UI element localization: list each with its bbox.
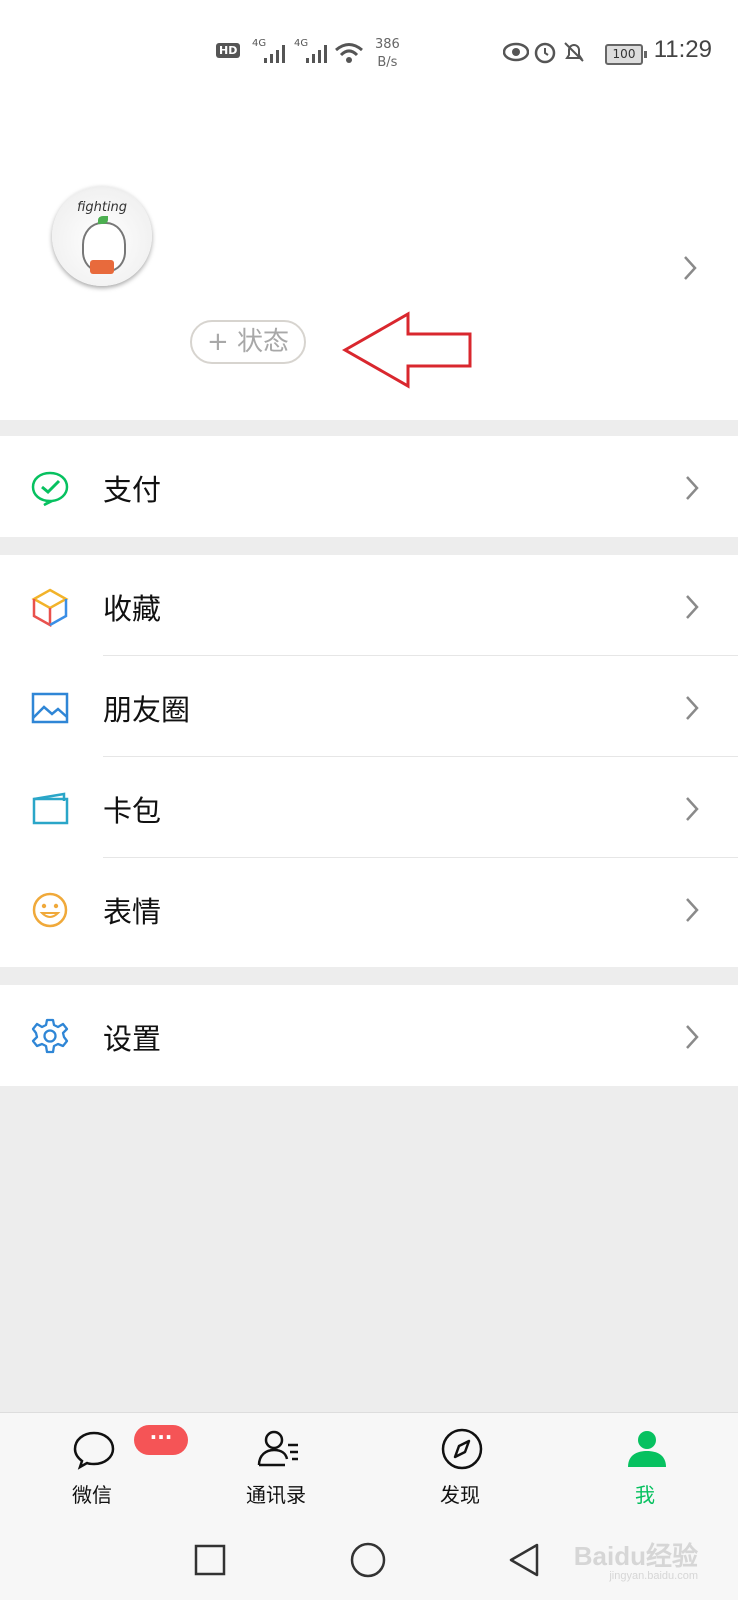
network-speed-value: 386 — [375, 37, 400, 52]
tab-label-me: 我 — [635, 1483, 655, 1507]
system-nav-bar: Baidu经验 jingyan.baidu.com — [0, 1522, 738, 1600]
profile-header[interactable]: fighting + 状态 — [0, 104, 738, 420]
tab-contacts[interactable]: 通讯录 — [216, 1413, 336, 1523]
back-triangle-icon[interactable] — [505, 1540, 545, 1580]
bottom-tab-bar: ··· 微信 通讯录 发现 我 — [0, 1412, 738, 1523]
wifi-icon — [335, 43, 363, 63]
menu-item-stickers[interactable]: 表情 — [0, 858, 738, 959]
menu-group-main: 收藏 朋友圈 卡包 表情 — [0, 555, 738, 967]
menu-label-stickers: 表情 — [103, 895, 162, 929]
eye-icon — [503, 42, 529, 62]
menu-item-pay[interactable]: 支付 — [0, 436, 738, 537]
menu-group-settings: 设置 — [0, 985, 738, 1086]
cell-signal-icon-2 — [306, 45, 327, 63]
battery-icon: 100 — [605, 44, 647, 65]
alarm-icon — [534, 42, 556, 64]
pay-icon — [31, 471, 69, 507]
network-speed: 386 B/s — [375, 36, 400, 72]
chevron-right-icon — [686, 595, 699, 619]
tab-chats[interactable]: ··· 微信 — [32, 1413, 188, 1523]
baidu-watermark: Baidu经验 — [573, 1541, 698, 1571]
menu-label-favorites: 收藏 — [103, 592, 162, 626]
menu-label-settings: 设置 — [103, 1022, 162, 1056]
avatar-shirt — [90, 260, 114, 274]
chat-bubble-icon — [73, 1431, 115, 1470]
home-circle-icon[interactable] — [348, 1540, 388, 1580]
profile-chevron-right-icon — [684, 256, 697, 280]
tab-label-discover: 发现 — [440, 1483, 480, 1507]
tab-label-contacts: 通讯录 — [246, 1483, 306, 1507]
menu-label-moments: 朋友圈 — [103, 693, 191, 727]
avatar-caption: fighting — [76, 200, 128, 215]
avatar[interactable]: fighting — [52, 186, 152, 286]
clock: 11:29 — [653, 36, 712, 63]
hd-voice-icon: HD — [216, 43, 241, 58]
network-speed-unit: B/s — [377, 55, 398, 70]
menu-item-cards[interactable]: 卡包 — [0, 757, 738, 858]
status-bar: HD 4G 4G 386 B/s 100 11:29 — [0, 0, 738, 104]
avatar-leaf — [98, 216, 108, 224]
annotation-arrow-icon — [341, 311, 472, 389]
favorites-cube-icon — [31, 588, 69, 627]
chevron-right-icon — [686, 797, 699, 821]
menu-label-pay: 支付 — [103, 473, 162, 507]
menu-group-pay: 支付 — [0, 436, 738, 537]
unread-badge: ··· — [134, 1425, 188, 1455]
menu-label-cards: 卡包 — [103, 794, 162, 828]
tab-me[interactable]: 我 — [585, 1413, 705, 1523]
chevron-right-icon — [686, 696, 699, 720]
menu-item-moments[interactable]: 朋友圈 — [0, 656, 738, 757]
recent-apps-square-icon[interactable] — [190, 1540, 230, 1580]
gear-icon — [31, 1018, 69, 1054]
add-status-button[interactable]: + 状态 — [190, 320, 306, 364]
contacts-icon — [257, 1430, 298, 1467]
card-wallet-icon — [32, 792, 69, 825]
mute-bell-icon — [564, 42, 584, 62]
cell-signal-icon-1 — [264, 45, 285, 63]
chevron-right-icon — [686, 898, 699, 922]
person-icon — [628, 1431, 666, 1467]
compass-icon — [441, 1428, 483, 1470]
smiley-face-icon — [32, 892, 68, 928]
moments-picture-icon — [31, 692, 69, 724]
chevron-right-icon — [686, 1025, 699, 1049]
menu-item-favorites[interactable]: 收藏 — [0, 555, 738, 656]
tab-label-chats: 微信 — [72, 1483, 112, 1507]
menu-item-settings[interactable]: 设置 — [0, 985, 738, 1086]
tab-discover[interactable]: 发现 — [400, 1413, 520, 1523]
baidu-watermark-url: jingyan.baidu.com — [609, 1570, 698, 1582]
chevron-right-icon — [686, 476, 699, 500]
